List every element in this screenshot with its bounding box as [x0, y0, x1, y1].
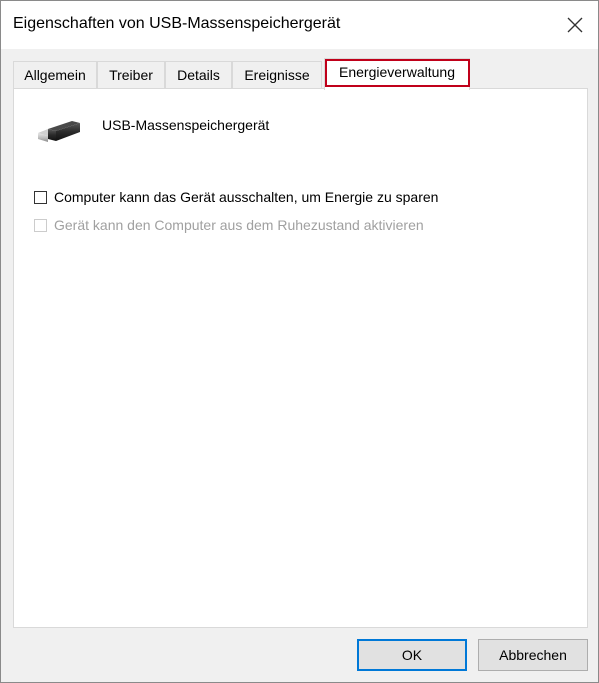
cancel-button[interactable]: Abbrechen [478, 639, 588, 671]
device-name: USB-Massenspeichergerät [102, 117, 270, 133]
wake-checkbox [34, 218, 47, 232]
window-title: Eigenschaften von USB-Massenspeichergerä… [13, 15, 341, 32]
tab-treiber[interactable]: Treiber [97, 61, 165, 88]
power-off-label[interactable]: Computer kann das Gerät ausschalten, um … [54, 189, 438, 205]
option-power-off[interactable]: Computer kann das Gerät ausschalten, um … [34, 188, 438, 206]
tab-panel-energieverwaltung: USB-Massenspeichergerät Computer kann da… [13, 88, 588, 628]
usb-plug-icon [36, 119, 86, 148]
option-wake: Gerät kann den Computer aus dem Ruhezust… [34, 216, 424, 234]
ok-button[interactable]: OK [357, 639, 467, 671]
properties-dialog: Eigenschaften von USB-Massenspeichergerä… [0, 0, 599, 683]
tab-allgemein[interactable]: Allgemein [13, 61, 97, 88]
wake-label: Gerät kann den Computer aus dem Ruhezust… [54, 217, 424, 233]
close-button[interactable] [552, 1, 598, 49]
power-off-checkbox[interactable] [34, 190, 47, 204]
close-icon [567, 17, 583, 33]
tab-details[interactable]: Details [165, 61, 232, 88]
tab-energieverwaltung[interactable]: Energieverwaltung [324, 58, 470, 90]
title-bar[interactable]: Eigenschaften von USB-Massenspeichergerä… [1, 1, 598, 49]
tab-ereignisse[interactable]: Ereignisse [232, 61, 322, 88]
